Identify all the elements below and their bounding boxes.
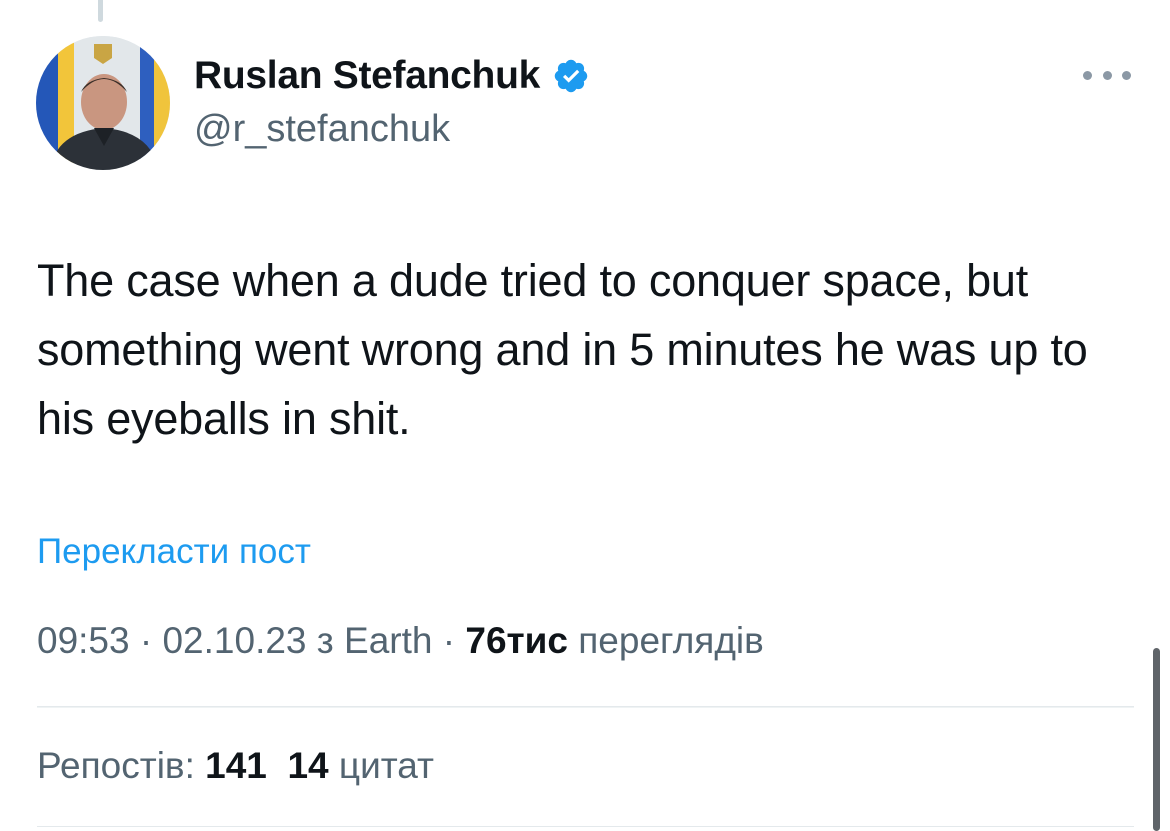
reposts-count: 141 [205, 745, 267, 786]
scrollbar[interactable] [1153, 648, 1160, 831]
tweet-text: The case when a dude tried to conquer sp… [37, 255, 1088, 444]
more-dot [1102, 70, 1112, 80]
engagement-stats: Репостів: 141 14 цитат [37, 745, 434, 787]
avatar[interactable] [36, 36, 170, 170]
divider [37, 826, 1134, 827]
quotes-count: 14 [287, 745, 329, 786]
tweet-date[interactable]: 02.10.23 [162, 620, 306, 661]
thread-connector-line [98, 0, 103, 22]
more-dot [1122, 70, 1131, 80]
reposts-label: Репостів: [37, 745, 195, 786]
verified-badge-icon[interactable] [552, 57, 590, 95]
reposts-link[interactable]: Репостів: 141 [37, 745, 267, 786]
more-dots-icon[interactable] [1083, 62, 1131, 88]
author-handle[interactable]: @r_stefanchuk [194, 108, 450, 151]
author-display-name[interactable]: Ruslan Stefanchuk [194, 54, 540, 98]
more-dot [1083, 70, 1092, 80]
avatar-image [36, 36, 170, 170]
views-count[interactable]: 76тис [465, 620, 568, 661]
meta-separator: · [442, 620, 456, 661]
author-name-row: Ruslan Stefanchuk [194, 52, 590, 100]
tweet-time[interactable]: 09:53 [37, 620, 130, 661]
quotes-link[interactable]: 14 цитат [287, 745, 434, 786]
views-label: переглядів [578, 620, 764, 661]
translate-post-link[interactable]: Перекласти пост [37, 532, 311, 572]
tweet-source: з Earth [316, 620, 433, 661]
quotes-label: цитат [338, 745, 434, 786]
tweet-meta: 09:53 · 02.10.23 з Earth · 76тис перегля… [37, 620, 764, 662]
divider [37, 706, 1134, 708]
meta-separator: · [139, 620, 153, 661]
